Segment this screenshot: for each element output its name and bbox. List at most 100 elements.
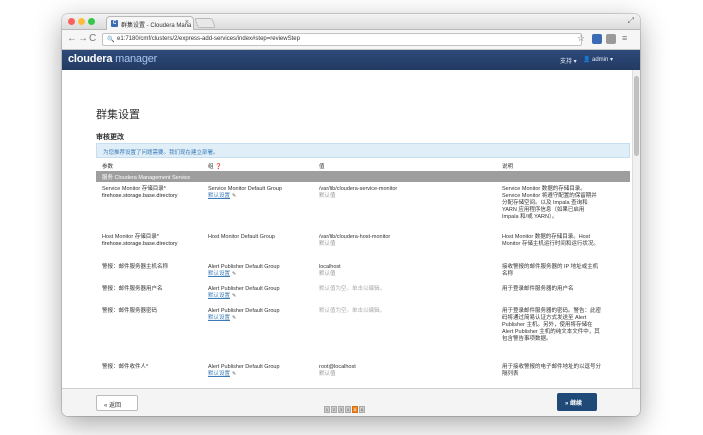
fullscreen-icon[interactable]: ⤢ — [628, 16, 634, 26]
group-name: Alert Publisher Default Group — [208, 308, 280, 314]
param-name: Service Monitor 存储目录* — [102, 186, 166, 192]
section-title: 审核更改 — [96, 134, 124, 141]
table-row: Service Monitor 存储目录* firehose.storage.b… — [96, 186, 630, 234]
group-cell: Alert Publisher Default Group 默认设置 ✎ — [208, 308, 280, 322]
back-button[interactable]: « 返回 — [96, 395, 138, 411]
group-name: Service Monitor Default Group — [208, 186, 282, 192]
description-cell: 用于登录邮件服务器的密码。警告：此密码将通过简易认证方式发送至 Alert Pu… — [502, 308, 602, 342]
extension-s-icon[interactable] — [592, 34, 602, 44]
user-menu[interactable]: admin ▾ — [592, 56, 613, 63]
param-key: firehose.storage.base.directory — [102, 193, 178, 199]
extension-puzzle-icon[interactable] — [606, 34, 616, 44]
default-value-tag: 默认值 — [319, 371, 336, 377]
back-arrow-icon[interactable]: ← — [67, 33, 77, 45]
value-text[interactable]: /var/lib/cloudera-host-monitor — [319, 234, 390, 241]
wizard-step[interactable]: 3 — [338, 406, 344, 413]
group-default-link[interactable]: 默认设置 — [208, 315, 230, 321]
close-tab-icon[interactable]: × — [185, 19, 189, 26]
group-cell: Alert Publisher Default Group 默认设置 ✎ — [208, 286, 280, 300]
wizard-step[interactable]: 2 — [331, 406, 337, 413]
description-cell: 用于接收警报的电子邮件地址的以逗号分隔列表 — [502, 364, 602, 377]
edit-pencil-icon[interactable]: ✎ — [232, 293, 236, 299]
address-bar[interactable]: 🔍 e1:7180/cmf/clusters/2/express-add-ser… — [102, 33, 582, 46]
description-cell: 接收警报的邮件服务器的 IP 地址或主机名称 — [502, 264, 599, 277]
edit-pencil-icon[interactable]: ✎ — [232, 271, 236, 277]
param-cell: 警报：邮件服务器密码 — [102, 308, 157, 315]
value-cell[interactable]: /var/lib/cloudera-host-monitor 默认值 — [319, 234, 390, 248]
description-cell: Service Monitor 数据的存储目录。Service Monitor … — [502, 186, 597, 220]
forward-arrow-icon[interactable]: → — [78, 33, 88, 45]
user-icon: 👤 — [583, 57, 591, 63]
wizard-step[interactable]: 6 — [359, 406, 365, 413]
new-tab-button[interactable] — [194, 18, 216, 28]
param-cell: 警报：邮件收件人* — [102, 364, 148, 371]
param-cell: 警报：邮件服务器主机名称 — [102, 264, 168, 271]
wizard-footer: « 返回 123456 » 继续 — [62, 388, 640, 416]
column-header-description: 说明 — [502, 164, 514, 170]
logo-main-text: cloudera — [68, 53, 113, 65]
scrollbar-thumb[interactable] — [634, 76, 639, 156]
back-button-label: 返回 — [109, 403, 122, 409]
table-row: 警报：邮件服务器用户名 Alert Publisher Default Grou… — [96, 286, 630, 306]
value-text[interactable]: /var/lib/cloudera-service-monitor — [319, 186, 397, 193]
group-name: Alert Publisher Default Group — [208, 364, 280, 370]
page-info-icon: 🔍 — [107, 37, 115, 43]
support-menu[interactable]: 支持 ▾ — [560, 56, 577, 65]
cloudera-manager-header: cloudera manager 支持 ▾ 👤 admin ▾ — [62, 50, 640, 70]
browser-menu-icon[interactable]: ≡ — [622, 33, 627, 43]
logo-sub-text: manager — [115, 53, 158, 65]
browser-window: C 群集设置 - Cloudera Mana × ⤢ ← → C 🔍 e1:71… — [62, 14, 640, 416]
group-cell: Host Monitor Default Group — [208, 234, 275, 241]
value-cell[interactable]: localhost 默认值 — [319, 264, 341, 278]
group-cell: Service Monitor Default Group 默认设置 ✎ — [208, 186, 282, 200]
table-row: 警报：邮件服务器主机名称 Alert Publisher Default Gro… — [96, 264, 630, 286]
value-cell[interactable]: /var/lib/cloudera-service-monitor 默认值 — [319, 186, 397, 200]
bookmark-star-icon[interactable]: ☆ — [577, 33, 585, 44]
description-cell: Host Monitor 数据的存储目录。Host Monitor 存储主机运行… — [502, 234, 599, 247]
value-cell[interactable]: root@localhost 默认值 — [319, 364, 356, 378]
wizard-step-active[interactable]: 5 — [352, 406, 358, 413]
edit-pencil-icon[interactable]: ✎ — [232, 371, 236, 377]
browser-tabstrip: C 群集设置 - Cloudera Mana × ⤢ — [62, 14, 640, 30]
group-default-link[interactable]: 默认设置 — [208, 293, 230, 299]
wizard-step[interactable]: 1 — [324, 406, 330, 413]
group-cell: Alert Publisher Default Group 默认设置 ✎ — [208, 364, 280, 378]
group-default-link[interactable]: 默认设置 — [208, 193, 230, 199]
value-cell[interactable]: 默认值为空。单击以编辑。 — [319, 308, 385, 315]
group-default-link[interactable]: 默认设置 — [208, 371, 230, 377]
default-value-tag: 默认值 — [319, 241, 336, 247]
maximize-window-icon[interactable] — [88, 18, 95, 25]
info-banner: 为您推荐设置了问题需要。我们现在建立部署。 — [96, 143, 630, 158]
edit-pencil-icon[interactable]: ✎ — [232, 193, 236, 199]
group-name: Host Monitor Default Group — [208, 234, 275, 240]
value-cell[interactable]: 默认值为空。单击以编辑。 — [319, 286, 385, 293]
table-row: 警报：邮件服务器密码 Alert Publisher Default Group… — [96, 308, 630, 364]
cloudera-manager-logo[interactable]: cloudera manager — [68, 53, 157, 65]
browser-tab[interactable]: C 群集设置 - Cloudera Mana × — [106, 16, 194, 30]
service-group-bar: 服务 Cloudera Management Service — [96, 171, 630, 182]
wizard-step-indicator: 123456 — [324, 398, 366, 416]
reload-icon[interactable]: C — [89, 33, 96, 45]
continue-button-label: 继续 — [570, 401, 583, 407]
minimize-window-icon[interactable] — [78, 18, 85, 25]
value-text[interactable]: root@localhost — [319, 364, 356, 371]
cloudera-favicon-icon: C — [111, 20, 118, 27]
group-name: Alert Publisher Default Group — [208, 286, 280, 292]
group-cell: Alert Publisher Default Group 默认设置 ✎ — [208, 264, 280, 278]
param-name: 警报：邮件服务器主机名称 — [102, 264, 169, 270]
column-header-value: 值 — [319, 164, 325, 170]
edit-pencil-icon[interactable]: ✎ — [232, 315, 236, 321]
default-value-tag: 默认值 — [319, 271, 336, 277]
table-row: 警报：邮件收件人* Alert Publisher Default Group … — [96, 364, 630, 386]
table-row: Host Monitor 存储目录* firehose.storage.base… — [96, 234, 630, 264]
close-window-icon[interactable] — [68, 18, 75, 25]
description-cell: 用于登录邮件服务器的用户名 — [502, 286, 574, 292]
column-header-group: 组 ❓ — [208, 164, 222, 170]
continue-button[interactable]: » 继续 — [557, 393, 597, 411]
value-text[interactable]: localhost — [319, 264, 341, 271]
page-title: 群集设置 — [96, 109, 140, 121]
wizard-step[interactable]: 4 — [345, 406, 351, 413]
address-bar-url: e1:7180/cmf/clusters/2/express-add-servi… — [117, 36, 300, 42]
group-default-link[interactable]: 默认设置 — [208, 271, 230, 277]
page-scrollbar[interactable] — [632, 70, 640, 388]
